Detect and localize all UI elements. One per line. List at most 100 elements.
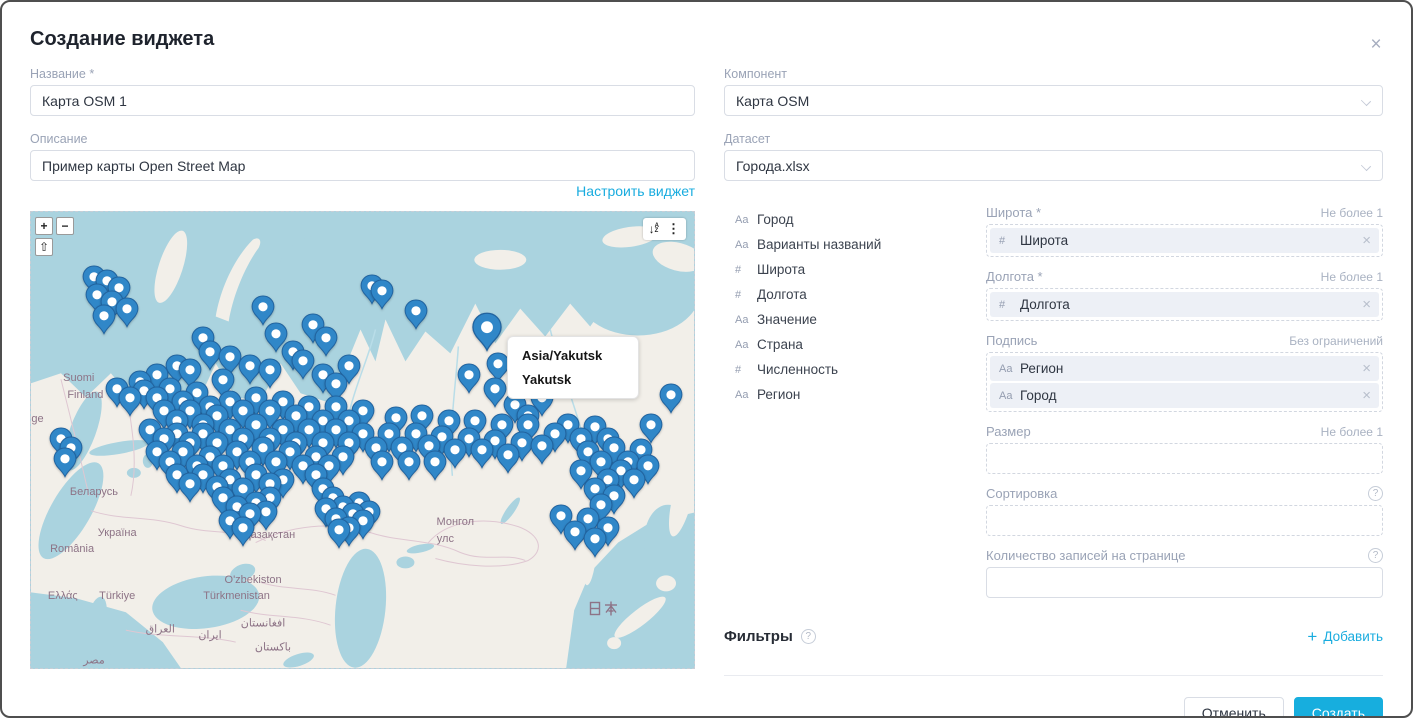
field-chip-caption[interactable]: AaГород× — [990, 383, 1379, 408]
sorting-help-icon[interactable]: ? — [1368, 486, 1383, 501]
remove-chip-icon[interactable]: × — [1362, 297, 1371, 312]
field-chip-latitude[interactable]: #Широта× — [990, 228, 1379, 253]
map-pin[interactable] — [118, 386, 143, 422]
latitude-dropzone[interactable]: #Широта× — [986, 224, 1383, 257]
page-size-input[interactable] — [986, 567, 1383, 598]
mapping-groups: Широта *Не более 1#Широта×Долгота *Не бо… — [986, 205, 1383, 610]
map-pin[interactable] — [469, 438, 494, 474]
dataset-fields-list: AaГородAaВарианты названий#Широта#Долгот… — [724, 205, 986, 610]
page-size-help-icon[interactable]: ? — [1368, 548, 1383, 563]
filters-label: Фильтры — [724, 628, 793, 645]
field-chip-caption[interactable]: AaРегион× — [990, 356, 1379, 381]
map-pin[interactable] — [496, 443, 521, 479]
field-type-icon: # — [735, 364, 757, 376]
map-pin[interactable] — [178, 472, 203, 508]
map-reset-button[interactable]: ⇧ — [35, 238, 53, 256]
dataset-select-value: Города.xlsx — [736, 158, 810, 174]
tooltip-line-city: Yakutsk — [522, 372, 624, 387]
field-type-icon: # — [999, 299, 1020, 311]
kebab-menu-icon[interactable]: ⋮ — [667, 221, 680, 237]
caption-label: Подпись — [986, 333, 1037, 348]
dataset-field-item[interactable]: AaГород — [735, 207, 986, 232]
caption-dropzone[interactable]: AaРегион×AaГород× — [986, 352, 1383, 412]
mapping-group-sorting: Сортировка? — [986, 486, 1383, 536]
map-pin[interactable] — [115, 297, 140, 333]
filters-row: Фильтры ? + Добавить — [724, 628, 1383, 645]
map-pin[interactable] — [370, 279, 395, 315]
map-preview[interactable]: SuomiFinlandigeБеларусьУкраїнаRomâniaҚаз… — [30, 211, 695, 669]
dataset-field-item[interactable]: AaВарианты названий — [735, 232, 986, 257]
longitude-dropzone[interactable]: #Долгота× — [986, 288, 1383, 321]
map-pin[interactable] — [231, 516, 256, 552]
mapping-group-latitude: Широта * Не более 1 #Широта× — [986, 205, 1383, 257]
map-pin[interactable] — [403, 299, 428, 335]
right-column: Компонент Карта OSM Датасет Города.xlsx … — [724, 67, 1383, 718]
map-pin[interactable] — [423, 450, 448, 486]
left-column: Название * Описание Настроить виджет — [30, 67, 695, 718]
close-icon[interactable]: × — [1365, 34, 1387, 56]
name-input[interactable] — [30, 85, 695, 116]
cancel-button[interactable]: Отменить — [1184, 697, 1284, 718]
dataset-field-item[interactable]: #Широта — [735, 257, 986, 282]
map-zoom-out-button[interactable]: − — [56, 217, 74, 235]
description-input[interactable] — [30, 150, 695, 181]
longitude-limit-hint: Не более 1 — [1321, 270, 1383, 284]
field-type-icon: Aa — [735, 214, 757, 226]
size-label: Размер — [986, 424, 1031, 439]
dataset-label: Датасет — [724, 132, 1383, 146]
tooltip-line-timezone: Asia/Yakutsk — [522, 348, 624, 363]
map-tooltip: Asia/Yakutsk Yakutsk — [507, 336, 639, 399]
dataset-field-item[interactable]: AaЗначение — [735, 307, 986, 332]
create-button[interactable]: Создать — [1294, 697, 1383, 718]
remove-chip-icon[interactable]: × — [1362, 388, 1371, 403]
field-chip-longitude[interactable]: #Долгота× — [990, 292, 1379, 317]
map-markers-layer — [31, 212, 694, 668]
remove-chip-icon[interactable]: × — [1362, 233, 1371, 248]
name-label: Название * — [30, 67, 695, 81]
dataset-select[interactable]: Города.xlsx — [724, 150, 1383, 181]
map-pin[interactable] — [370, 450, 395, 486]
dialog-body: Название * Описание Настроить виджет — [2, 67, 1411, 718]
latitude-limit-hint: Не более 1 — [1321, 206, 1383, 220]
plus-icon: + — [1307, 629, 1317, 644]
field-type-icon: Aa — [735, 339, 757, 351]
create-widget-dialog: Создание виджета × Название * Описание Н… — [0, 0, 1413, 718]
component-label: Компонент — [724, 67, 1383, 81]
configure-widget-link[interactable]: Настроить виджет — [576, 183, 695, 199]
map-pin[interactable] — [582, 527, 607, 563]
map-zoom-in-button[interactable]: + — [35, 217, 53, 235]
sorting-dropzone[interactable] — [986, 505, 1383, 536]
map-pin[interactable] — [327, 518, 352, 554]
chevron-down-icon — [1361, 161, 1371, 171]
field-type-icon: # — [735, 264, 757, 276]
map-pin[interactable] — [529, 434, 554, 470]
map-pin[interactable] — [456, 363, 481, 399]
size-limit-hint: Не более 1 — [1321, 425, 1383, 439]
field-type-icon: # — [735, 289, 757, 301]
chevron-down-icon — [1361, 96, 1371, 106]
dataset-field-item[interactable]: AaСтрана — [735, 332, 986, 357]
dataset-field-item[interactable]: #Долгота — [735, 282, 986, 307]
latitude-label: Широта * — [986, 205, 1041, 220]
size-dropzone[interactable] — [986, 443, 1383, 474]
dataset-field-item[interactable]: #Численность — [735, 357, 986, 382]
map-pin[interactable] — [314, 326, 339, 362]
remove-chip-icon[interactable]: × — [1362, 361, 1371, 376]
sort-az-icon[interactable]: ↓ AZ — [649, 223, 659, 235]
dataset-field-item[interactable]: AaРегион — [735, 382, 986, 407]
filters-help-icon[interactable]: ? — [801, 629, 816, 644]
footer-divider — [724, 675, 1383, 676]
field-type-icon: Aa — [999, 363, 1020, 375]
mapping-group-page-size: Количество записей на странице? — [986, 548, 1383, 598]
field-type-icon: Aa — [735, 239, 757, 251]
map-pin[interactable] — [91, 304, 116, 340]
field-type-icon: Aa — [735, 314, 757, 326]
map-pin[interactable] — [53, 447, 78, 483]
add-filter-button[interactable]: + Добавить — [1307, 629, 1383, 644]
mapping-group-longitude: Долгота *Не более 1#Долгота× — [986, 269, 1383, 321]
map-pin[interactable] — [396, 450, 421, 486]
description-label: Описание — [30, 132, 695, 146]
field-type-icon: Aa — [735, 389, 757, 401]
field-type-icon: Aa — [999, 390, 1020, 402]
component-select[interactable]: Карта OSM — [724, 85, 1383, 116]
